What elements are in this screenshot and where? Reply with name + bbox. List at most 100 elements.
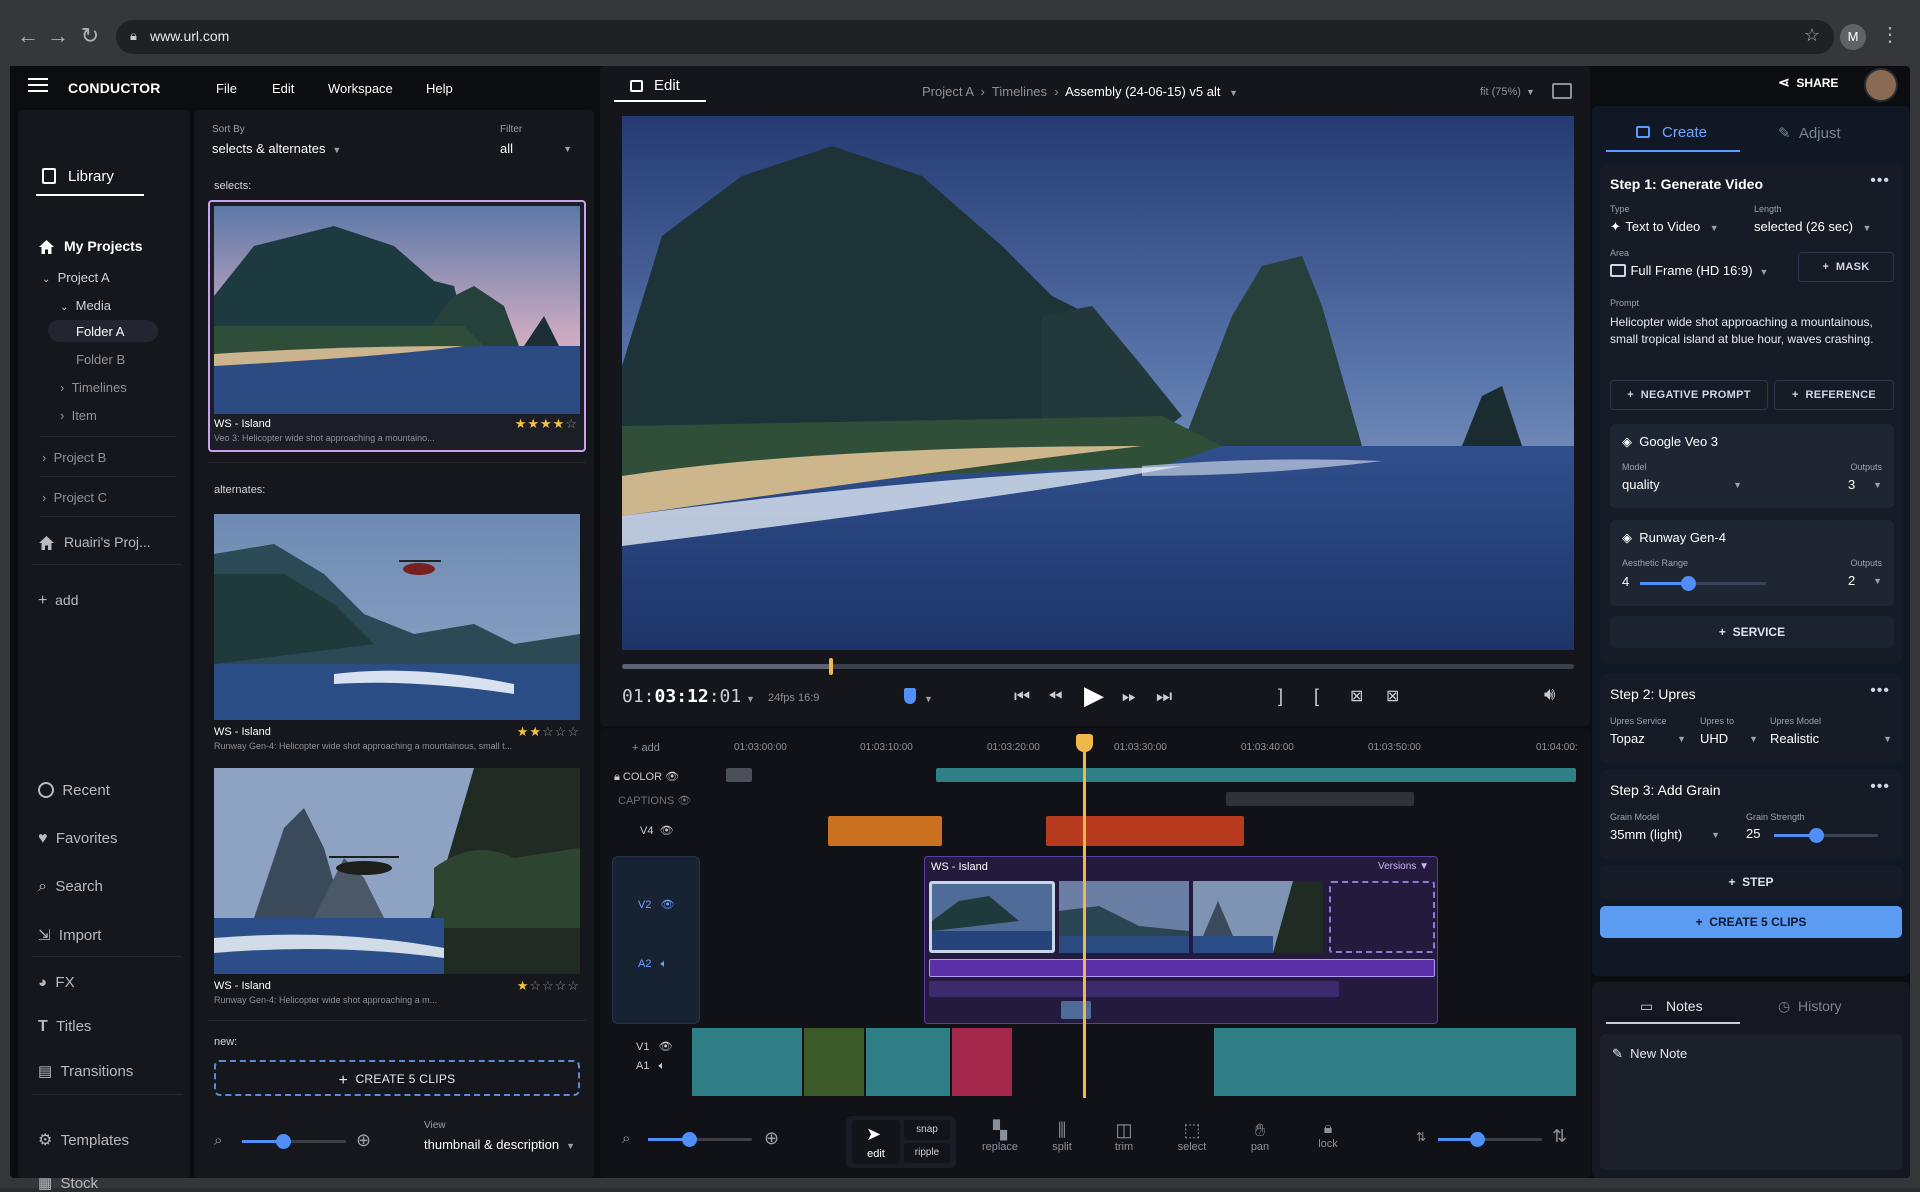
playhead-handle[interactable] xyxy=(1076,734,1093,752)
grain-strength-slider[interactable] xyxy=(1774,828,1878,843)
outputs-select[interactable]: 3 ▼ xyxy=(1848,476,1882,494)
fit-select[interactable]: fit (75%) ▼ xyxy=(1480,86,1535,98)
create-clips-button[interactable]: + CREATE 5 CLIPS xyxy=(214,1060,580,1096)
breadcrumb-timelines[interactable]: Timelines xyxy=(992,84,1047,99)
tree-folder-a[interactable]: Folder A xyxy=(48,320,158,342)
reload-icon[interactable]: ↻ xyxy=(76,22,104,50)
zoom-out-icon[interactable]: ⌕ xyxy=(214,1132,222,1149)
breadcrumb-current[interactable]: Assembly (24-06-15) v5 alt xyxy=(1065,84,1220,99)
speaker-icon[interactable]: 🔈︎ xyxy=(659,1060,666,1072)
tab-adjust[interactable]: ✎ Adjust xyxy=(1778,124,1841,142)
step-forward-icon[interactable]: ⏩︎ xyxy=(1122,686,1136,707)
tool-trim[interactable]: ◫ trim xyxy=(1100,1120,1148,1153)
hamburger-menu-icon[interactable] xyxy=(28,78,48,94)
clear-out-icon[interactable]: ⊠ xyxy=(1350,686,1363,706)
chevron-down-icon[interactable]: ▼ xyxy=(924,694,933,704)
go-to-start-icon[interactable]: ⏮ xyxy=(1014,686,1030,707)
tool-lock[interactable]: 🔒︎ lock xyxy=(1304,1120,1352,1150)
timecode-dropdown-icon[interactable]: ▼ xyxy=(746,694,755,704)
add-track-button[interactable]: + add xyxy=(632,742,660,754)
zoom-out-icon[interactable]: ⌕ xyxy=(622,1130,630,1147)
version-thumb[interactable] xyxy=(1059,881,1189,953)
negative-prompt-button[interactable]: + NEGATIVE PROMPT xyxy=(1610,380,1768,410)
tree-project-c[interactable]: › Project C xyxy=(42,490,107,505)
tool-edit[interactable]: ➤ edit xyxy=(852,1120,900,1164)
sort-by-select[interactable]: selects & alternates ▼ xyxy=(212,140,362,158)
ripple-toggle[interactable]: ripple xyxy=(904,1143,950,1163)
slider-knob[interactable] xyxy=(1808,828,1824,843)
reference-button[interactable]: + REFERENCE xyxy=(1774,380,1894,410)
timeline-playhead[interactable] xyxy=(1083,734,1086,1098)
mark-in-icon[interactable]: [ xyxy=(1314,686,1319,707)
tab-notes[interactable]: ▭ Notes xyxy=(1606,992,1740,1024)
scrubber-playhead[interactable] xyxy=(829,658,834,675)
create-clips-primary-button[interactable]: + CREATE 5 CLIPS xyxy=(1600,906,1902,938)
mask-button[interactable]: + MASK xyxy=(1798,252,1894,282)
tab-edit[interactable]: Edit xyxy=(614,70,706,102)
caption-clip[interactable] xyxy=(1226,792,1414,806)
track-height-small-icon[interactable]: ⇅ xyxy=(1416,1130,1426,1144)
go-to-end-icon[interactable]: ⏭ xyxy=(1156,686,1172,707)
v4-clip[interactable] xyxy=(1046,816,1244,846)
bookmark-star-icon[interactable]: ☆ xyxy=(1804,25,1820,46)
zoom-in-icon[interactable]: ⊕ xyxy=(356,1130,371,1151)
play-icon[interactable]: ▶ xyxy=(1084,680,1104,711)
add-service-button[interactable]: + SERVICE xyxy=(1610,616,1894,648)
clear-in-icon[interactable]: ⊠ xyxy=(1386,686,1399,706)
a2-audio-clip[interactable] xyxy=(929,959,1435,977)
fullscreen-icon[interactable] xyxy=(1552,83,1572,99)
v2-clip-group[interactable]: WS - Island Versions ▼ xyxy=(924,856,1438,1024)
model-select[interactable]: quality ▼ xyxy=(1622,476,1742,494)
menu-edit[interactable]: Edit xyxy=(272,81,294,96)
length-select[interactable]: selected (26 sec) ▼ xyxy=(1754,218,1896,236)
version-thumb[interactable] xyxy=(1193,881,1323,953)
eye-icon[interactable]: 👁︎ xyxy=(661,899,675,911)
add-step-button[interactable]: + STEP xyxy=(1600,866,1902,898)
menu-file[interactable]: File xyxy=(216,81,237,96)
clip-rating[interactable]: ★☆☆☆☆ xyxy=(517,978,580,994)
eye-off-icon[interactable]: 👁︎ xyxy=(677,795,691,807)
track-height-slider[interactable] xyxy=(1438,1132,1542,1147)
tool-pan[interactable]: ✋︎ pan xyxy=(1236,1120,1284,1153)
a2-audio-clip[interactable] xyxy=(929,981,1339,997)
track-color[interactable]: 🔒︎ COLOR 👁︎ xyxy=(614,770,679,784)
nav-search[interactable]: ⌕ Search xyxy=(38,878,103,896)
volume-icon[interactable]: 🔊︎ xyxy=(1544,684,1555,705)
a2-audio-clip[interactable] xyxy=(1061,1001,1091,1019)
back-icon[interactable]: ← xyxy=(14,22,42,50)
breadcrumb-project[interactable]: Project A xyxy=(922,84,973,99)
track-a1[interactable]: A1 🔈︎ xyxy=(636,1060,665,1073)
v4-clip[interactable] xyxy=(828,816,942,846)
nav-import[interactable]: ⇲ Import xyxy=(38,926,101,944)
clip-card[interactable]: WS - Island Runway Gen-4: Helicopter wid… xyxy=(214,514,580,756)
tree-timelines[interactable]: › Timelines xyxy=(60,380,127,395)
slider-knob[interactable] xyxy=(276,1134,291,1149)
tab-create[interactable]: Create xyxy=(1606,120,1740,152)
clip-card-selected[interactable]: WS - Island Veo 3: Helicopter wide shot … xyxy=(208,200,586,452)
v1-clip[interactable] xyxy=(866,1028,950,1096)
thumb-size-slider[interactable] xyxy=(242,1134,346,1149)
color-clip[interactable] xyxy=(726,768,752,782)
tab-library[interactable]: Library xyxy=(36,162,144,196)
track-v4[interactable]: V4 👁︎ xyxy=(640,824,674,837)
aesthetic-range-slider[interactable] xyxy=(1640,576,1766,591)
more-options-icon[interactable]: ••• xyxy=(1870,172,1890,190)
prompt-textarea[interactable]: Helicopter wide shot approaching a mount… xyxy=(1610,314,1896,348)
marker-icon[interactable] xyxy=(904,688,916,704)
eye-icon[interactable]: 👁︎ xyxy=(659,1041,673,1053)
nav-templates[interactable]: ⚙ Templates xyxy=(38,1130,129,1150)
view-select[interactable]: thumbnail & description ▼ xyxy=(424,1136,590,1154)
filter-select[interactable]: all ▼ xyxy=(500,140,572,158)
type-select[interactable]: ✦ Text to Video ▼ xyxy=(1610,218,1740,236)
outputs-select[interactable]: 2 ▼ xyxy=(1848,572,1882,590)
tree-project-a[interactable]: ⌄ Project A xyxy=(42,270,110,285)
menu-workspace[interactable]: Workspace xyxy=(328,81,393,96)
nav-recent[interactable]: Recent xyxy=(38,782,110,799)
new-note-button[interactable]: ✎ New Note xyxy=(1612,1046,1687,1062)
track-height-large-icon[interactable]: ⇅ xyxy=(1552,1126,1567,1147)
tool-select[interactable]: ⬚ select xyxy=(1168,1120,1216,1153)
playback-scrubber[interactable] xyxy=(622,658,1574,675)
mark-out-icon[interactable]: ] xyxy=(1278,686,1283,707)
v1-clip[interactable] xyxy=(1214,1028,1576,1096)
tab-history[interactable]: ◷ History xyxy=(1778,998,1842,1015)
